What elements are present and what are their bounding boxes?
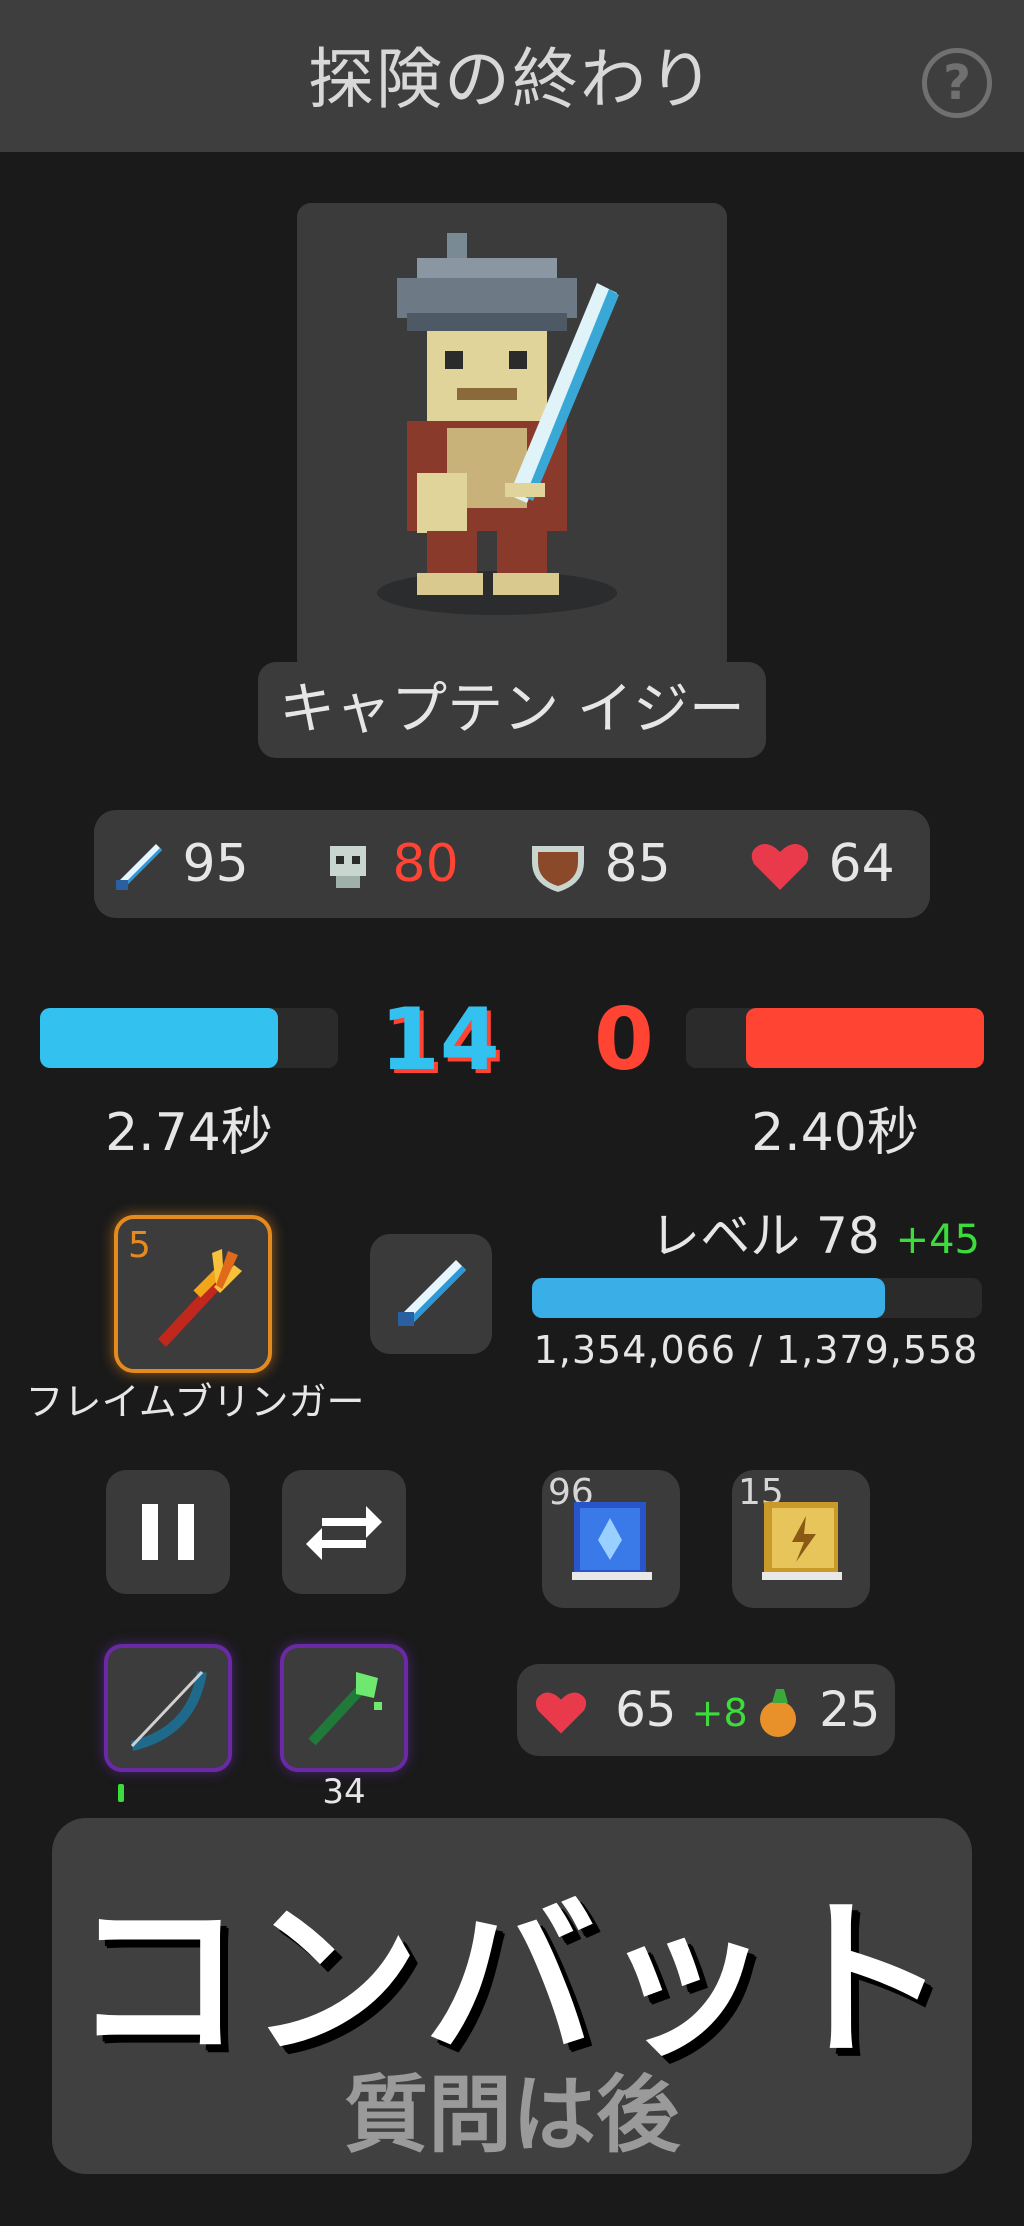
xp-bar-fill xyxy=(532,1278,885,1318)
staff-icon xyxy=(308,1672,382,1746)
heart-icon xyxy=(535,1692,587,1734)
hearts-value: 65 xyxy=(615,1682,677,1738)
hp-value: 64 xyxy=(828,834,895,894)
combat-sublabel: 質問は後 xyxy=(343,2066,680,2164)
player-score: 14 xyxy=(380,990,500,1090)
sword-icon xyxy=(398,1260,466,1326)
enemy-score: 0 xyxy=(594,990,654,1090)
page-title: 探険の終わり xyxy=(308,41,716,118)
level-bonus: +45 xyxy=(895,1217,980,1263)
blue-book-icon xyxy=(572,1502,652,1580)
hero-portrait xyxy=(297,203,727,673)
swap-icon xyxy=(306,1506,382,1560)
hearts-bonus: +8 xyxy=(691,1691,748,1735)
fruit-icon xyxy=(760,1689,796,1737)
level-text: レベル xyxy=(650,1207,801,1265)
level-value: 78 xyxy=(816,1207,880,1265)
weapon-slot[interactable]: 5 xyxy=(114,1215,272,1373)
skull-icon xyxy=(330,846,366,888)
armor-stat: 85 xyxy=(528,810,671,918)
armor-value: 85 xyxy=(604,834,671,894)
attack-stat: 95 xyxy=(112,810,249,918)
sword-icon xyxy=(116,844,162,890)
pause-icon xyxy=(142,1504,158,1560)
player-bar-fill xyxy=(40,1008,278,1068)
bow-icon xyxy=(130,1670,207,1751)
hearts-resource: 65 +8 xyxy=(532,1664,748,1756)
staff-count: 34 xyxy=(322,1772,366,1812)
staff-trinket[interactable] xyxy=(280,1644,408,1772)
weapon-name: フレイムブリンガー xyxy=(25,1380,365,1424)
swap-button[interactable] xyxy=(282,1470,406,1594)
fruit-value: 25 xyxy=(819,1682,881,1738)
pause-button[interactable] xyxy=(106,1470,230,1594)
trident-icon xyxy=(158,1249,242,1347)
hero-sprite-icon xyxy=(377,233,619,615)
player-timer: 2.74秒 xyxy=(105,1103,273,1163)
pause-icon-bar xyxy=(178,1504,194,1560)
attack-value: 95 xyxy=(182,834,249,894)
hero-name: キャプテン イジー xyxy=(258,662,766,758)
shield-icon xyxy=(532,846,584,892)
help-icon[interactable]: ? xyxy=(922,48,992,118)
gold-book-icon xyxy=(762,1502,842,1580)
defense-alt-value: 80 xyxy=(392,834,459,894)
sword-slot-button[interactable] xyxy=(370,1234,492,1354)
gold-book-item[interactable]: 15 xyxy=(732,1470,870,1608)
fruit-resource: 25 xyxy=(754,1664,880,1756)
enemy-bar-fill xyxy=(746,1008,984,1068)
enemy-timer: 2.40秒 xyxy=(751,1103,919,1163)
bow-charge-indicator xyxy=(118,1784,124,1802)
level-label: レベル 78 +45 xyxy=(640,1196,980,1268)
hp-stat: 64 xyxy=(748,810,895,918)
blue-book-item[interactable]: 96 xyxy=(542,1470,680,1608)
defense-alt-stat: 80 xyxy=(322,810,459,918)
bow-trinket[interactable] xyxy=(104,1644,232,1772)
heart-icon xyxy=(751,844,809,890)
xp-text: 1,354,066 / 1,379,558 xyxy=(533,1328,979,1372)
